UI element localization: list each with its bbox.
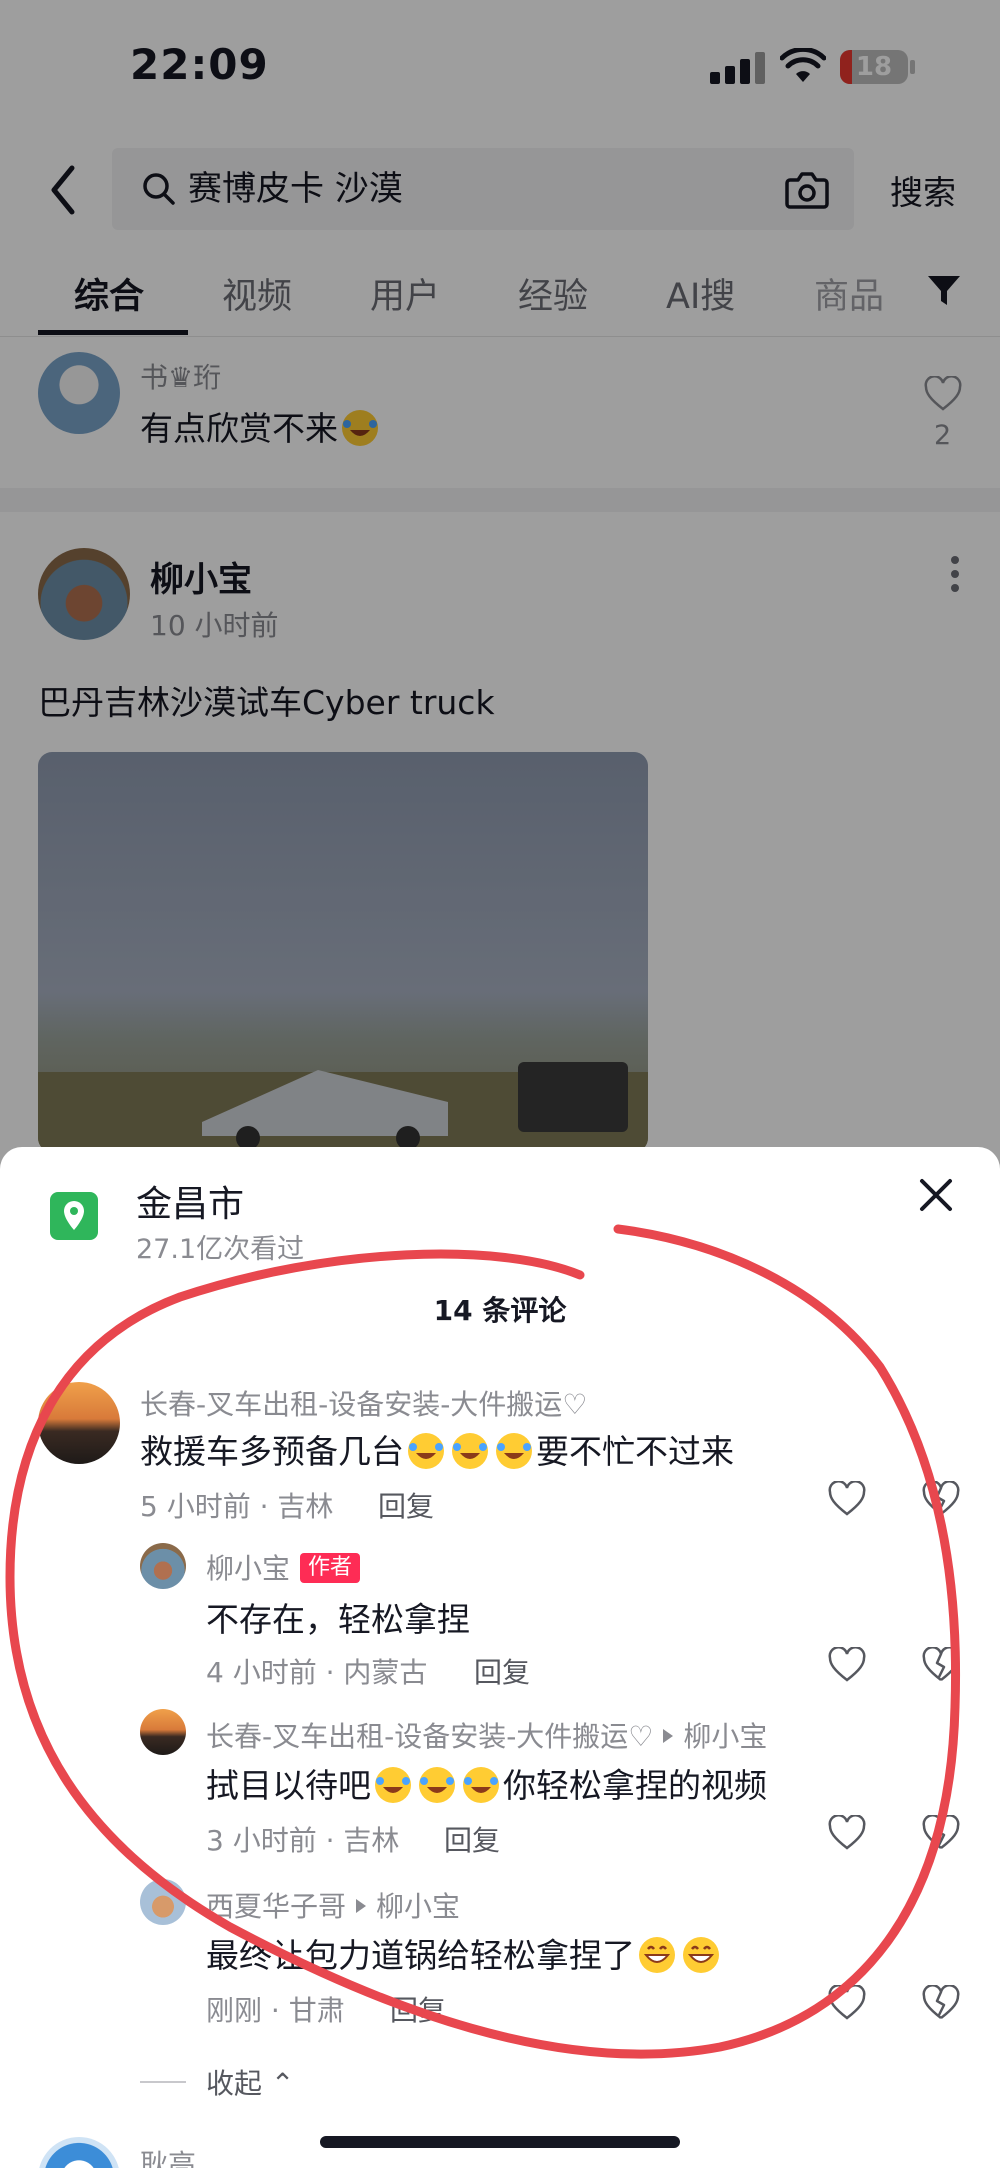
reply-button[interactable]: 回复 <box>390 1989 446 2029</box>
comment-username[interactable]: 耿高 <box>140 2143 196 2168</box>
avatar[interactable] <box>38 1382 120 1464</box>
comment-meta: 刚刚 · 甘肃 <box>206 1994 345 2027</box>
reply-button[interactable]: 回复 <box>378 1485 434 1525</box>
comment-username[interactable]: 西夏华子哥 <box>206 1890 346 1923</box>
author-badge: 作者 <box>300 1553 361 1583</box>
heart-icon[interactable] <box>828 1481 866 1517</box>
reply-button[interactable]: 回复 <box>474 1651 530 1691</box>
comment-meta: 5 小时前 · 吉林 <box>140 1490 334 1523</box>
comment-text: 不存在，轻松拿捏 <box>206 1600 470 1639</box>
comment-sheet: 金昌市 27.1亿次看过 14 条评论 长春-叉车出租-设备安装-大件搬运♡ 救… <box>0 1147 1000 2168</box>
location-views: 27.1亿次看过 <box>136 1234 305 1265</box>
heart-icon[interactable] <box>828 1647 866 1683</box>
laughing-emoji-icon <box>375 1767 411 1803</box>
location-pin-icon <box>50 1192 98 1240</box>
comment-text: 拭目以待吧 你轻松拿捏的视频 <box>206 1759 767 1807</box>
comment-text-start: 最终让包力道锅给轻松拿捏了 <box>206 1936 635 1975</box>
dislike-broken-heart-icon[interactable] <box>922 1647 960 1683</box>
collapse-label: 收起 <box>206 2067 263 2100</box>
comment-text-start: 拭目以待吧 <box>206 1766 371 1805</box>
comment-text-end: 你轻松拿捏的视频 <box>503 1766 767 1805</box>
grinning-emoji-icon <box>639 1937 675 1973</box>
laughing-emoji-icon <box>408 1433 444 1469</box>
dislike-broken-heart-icon[interactable] <box>922 1815 960 1851</box>
comment-username[interactable]: 柳小宝 <box>206 1552 290 1585</box>
laughing-emoji-icon <box>463 1767 499 1803</box>
comment-text: 最终让包力道锅给轻松拿捏了 <box>206 1929 723 1977</box>
grinning-emoji-icon <box>683 1937 719 1973</box>
reply-arrow-icon <box>663 1729 674 1743</box>
collapse-divider <box>140 2081 186 2083</box>
reply-arrow-icon <box>356 1899 367 1913</box>
comment-meta: 3 小时前 · 吉林 <box>206 1824 400 1857</box>
collapse-replies-button[interactable]: 收起 ⌃ <box>206 2062 294 2102</box>
comment-username[interactable]: 长春-叉车出租-设备安装-大件搬运♡ <box>140 1383 587 1423</box>
location-title[interactable]: 金昌市 <box>136 1175 244 1227</box>
heart-icon[interactable] <box>828 1815 866 1851</box>
reply-to-username[interactable]: 柳小宝 <box>376 1890 460 1923</box>
chevron-up-icon: ⌃ <box>270 2067 295 2100</box>
reply-to-username[interactable]: 柳小宝 <box>683 1720 767 1753</box>
dislike-broken-heart-icon[interactable] <box>922 1985 960 2021</box>
laughing-emoji-icon <box>419 1767 455 1803</box>
avatar[interactable] <box>140 1879 186 1925</box>
heart-icon[interactable] <box>828 1985 866 2021</box>
avatar[interactable] <box>38 2137 120 2168</box>
reply-username-row: 柳小宝 作者 <box>206 1547 361 1587</box>
reply-button[interactable]: 回复 <box>444 1819 500 1859</box>
dislike-broken-heart-icon[interactable] <box>922 1481 960 1517</box>
reply-username-row: 长春-叉车出租-设备安装-大件搬运♡ 柳小宝 <box>206 1715 767 1755</box>
reply-username-row: 西夏华子哥 柳小宝 <box>206 1885 460 1925</box>
comment-text-start: 救援车多预备几台 <box>140 1432 404 1471</box>
comment-count: 14 条评论 <box>433 1294 567 1327</box>
comment-text-end: 要不忙不过来 <box>536 1432 734 1471</box>
laughing-emoji-icon <box>452 1433 488 1469</box>
laughing-emoji-icon <box>496 1433 532 1469</box>
home-indicator <box>320 2136 680 2148</box>
comment-meta: 4 小时前 · 内蒙古 <box>206 1656 428 1689</box>
avatar[interactable] <box>140 1709 186 1755</box>
author-avatar[interactable] <box>140 1543 186 1589</box>
close-icon[interactable] <box>916 1175 956 1215</box>
comment-text: 救援车多预备几台 要不忙不过来 <box>140 1425 734 1473</box>
comment-username[interactable]: 长春-叉车出租-设备安装-大件搬运♡ <box>206 1720 653 1753</box>
